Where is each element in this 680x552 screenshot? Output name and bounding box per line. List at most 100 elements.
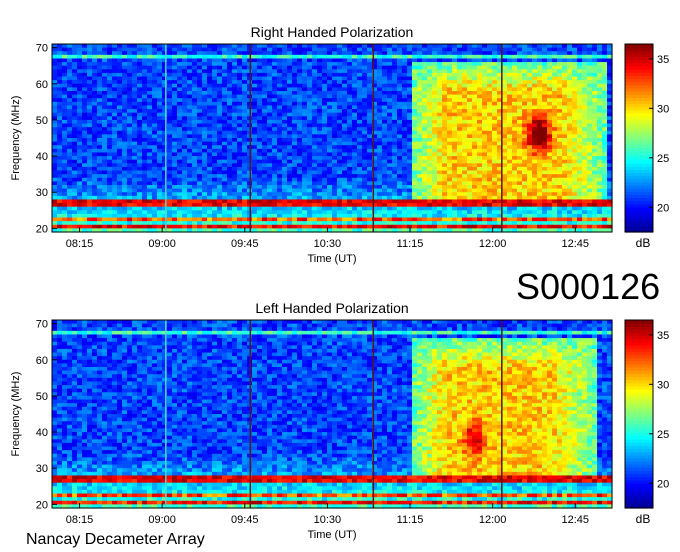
heatmap-cell: [267, 127, 273, 132]
heatmap-cell: [387, 94, 393, 99]
heatmap-cell: [267, 47, 273, 52]
heatmap-cell: [442, 185, 448, 190]
heatmap-cell: [177, 91, 183, 96]
heatmap-cell: [537, 199, 543, 204]
heatmap-cell: [437, 62, 443, 67]
heatmap-cell: [502, 44, 508, 49]
heatmap-cell: [407, 80, 413, 85]
heatmap-cell: [82, 166, 88, 172]
heatmap-cell: [452, 156, 458, 161]
heatmap-cell: [307, 101, 313, 107]
heatmap-cell: [467, 72, 473, 78]
heatmap-cell: [167, 130, 173, 135]
heatmap-cell: [272, 54, 278, 60]
heatmap-cell: [387, 203, 393, 208]
heatmap-cell: [467, 87, 473, 92]
heatmap-cell: [537, 148, 543, 154]
heatmap-cell: [227, 177, 233, 182]
heatmap-cell: [457, 44, 463, 49]
heatmap-cell: [242, 166, 248, 172]
heatmap-cell: [342, 112, 348, 117]
heatmap-cell: [557, 109, 563, 114]
heatmap-cell: [397, 112, 403, 117]
heatmap-cell: [77, 123, 83, 128]
heatmap-cell: [412, 112, 418, 117]
heatmap-cell: [212, 188, 218, 193]
heatmap-cell: [277, 116, 283, 121]
heatmap-cell: [552, 130, 558, 135]
heatmap-cell: [547, 141, 553, 146]
heatmap-cell: [217, 166, 223, 172]
heatmap-cell: [317, 109, 323, 114]
heatmap-cell: [277, 159, 283, 164]
heatmap-cell: [362, 141, 368, 146]
heatmap-cell: [332, 94, 338, 99]
heatmap-cell: [407, 94, 413, 99]
heatmap-cell: [192, 69, 198, 74]
heatmap-cell: [57, 72, 63, 78]
heatmap-cell: [132, 91, 138, 96]
heatmap-cell: [127, 174, 133, 179]
heatmap-cell: [332, 58, 338, 63]
heatmap-cell: [347, 112, 353, 117]
heatmap-cell: [232, 203, 238, 208]
heatmap-cell: [352, 123, 358, 128]
heatmap-cell: [567, 127, 573, 132]
heatmap-cell: [427, 188, 433, 193]
heatmap-cell: [442, 127, 448, 132]
heatmap-cell: [482, 58, 488, 63]
heatmap-cell: [462, 105, 468, 110]
heatmap-cell: [302, 148, 308, 154]
heatmap-cell: [87, 138, 93, 143]
heatmap-cell: [602, 76, 608, 81]
heatmap-cell: [122, 116, 128, 121]
heatmap-cell: [527, 134, 533, 139]
heatmap-cell: [557, 112, 563, 117]
heatmap-cell: [402, 54, 408, 60]
heatmap-cell: [572, 83, 578, 88]
heatmap-cell: [387, 170, 393, 175]
heatmap-cell: [292, 148, 298, 154]
heatmap-cell: [97, 141, 103, 146]
heatmap-cell: [267, 181, 273, 186]
heatmap-cell: [127, 72, 133, 78]
heatmap-cell: [177, 148, 183, 154]
heatmap-cell: [152, 101, 158, 107]
heatmap-cell: [82, 72, 88, 78]
heatmap-cell: [582, 98, 588, 103]
heatmap-cell: [537, 130, 543, 135]
heatmap-cell: [72, 203, 78, 208]
heatmap-cell: [302, 87, 308, 92]
heatmap-cell: [567, 80, 573, 85]
heatmap-cell: [362, 130, 368, 135]
heatmap-cell: [347, 47, 353, 52]
heatmap-cell: [422, 130, 428, 135]
heatmap-cell: [337, 148, 343, 154]
heatmap-cell: [542, 51, 548, 56]
heatmap-cell: [92, 192, 98, 197]
heatmap-cell: [422, 148, 428, 154]
heatmap-cell: [237, 123, 243, 128]
heatmap-cell: [457, 116, 463, 121]
heatmap-cell: [307, 44, 313, 49]
heatmap-cell: [262, 83, 268, 88]
heatmap-cell: [137, 58, 143, 63]
heatmap-cell: [482, 87, 488, 92]
heatmap-cell: [572, 199, 578, 204]
heatmap-cell: [197, 170, 203, 175]
heatmap-cell: [272, 101, 278, 107]
heatmap-cell: [552, 127, 558, 132]
heatmap-cell: [472, 138, 478, 143]
heatmap-cell: [552, 185, 558, 190]
heatmap-cell: [127, 188, 133, 193]
heatmap-cell: [132, 181, 138, 186]
heatmap-cell: [547, 91, 553, 96]
heatmap-cell: [287, 192, 293, 197]
heatmap-cell: [222, 44, 228, 49]
heatmap-cell: [432, 181, 438, 186]
heatmap-cell: [77, 170, 83, 175]
heatmap-cell: [257, 109, 263, 114]
heatmap-cell: [382, 130, 388, 135]
heatmap-cell: [117, 101, 123, 107]
heatmap-cell: [412, 127, 418, 132]
